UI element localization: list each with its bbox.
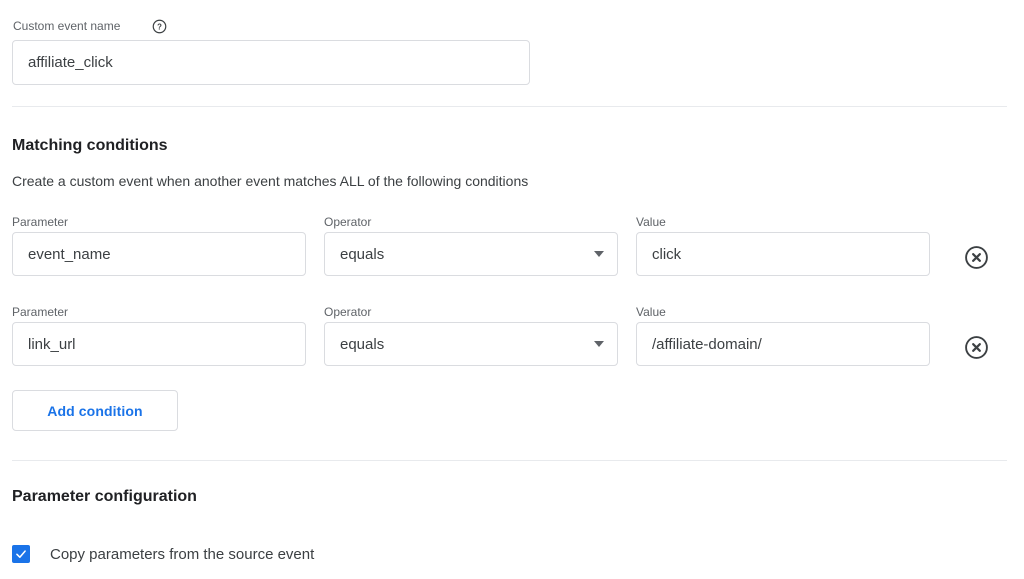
parameter-input[interactable]: event_name bbox=[12, 232, 306, 276]
custom-event-name-label: Custom event name bbox=[13, 18, 120, 34]
value-input[interactable]: click bbox=[636, 232, 930, 276]
operator-label: Operator bbox=[324, 304, 371, 320]
divider-bottom bbox=[12, 460, 1007, 461]
condition-row: Parameter event_name Operator equals Val… bbox=[0, 210, 1024, 280]
parameter-input[interactable]: link_url bbox=[12, 322, 306, 366]
add-condition-button[interactable]: Add condition bbox=[12, 390, 178, 431]
parameter-label: Parameter bbox=[12, 214, 68, 230]
operator-label: Operator bbox=[324, 214, 371, 230]
copy-parameters-checkbox[interactable] bbox=[12, 545, 30, 563]
remove-condition-button[interactable] bbox=[962, 246, 990, 274]
divider-top bbox=[12, 106, 1007, 107]
chevron-down-icon bbox=[594, 251, 604, 257]
chevron-down-icon bbox=[594, 341, 604, 347]
value-label: Value bbox=[636, 214, 666, 230]
remove-condition-button[interactable] bbox=[962, 336, 990, 364]
value-input[interactable]: /affiliate-domain/ bbox=[636, 322, 930, 366]
remove-circle-x-icon bbox=[964, 245, 989, 275]
copy-parameters-checkbox-row[interactable]: Copy parameters from the source event bbox=[12, 542, 314, 566]
custom-event-form: Custom event name ? affiliate_click Matc… bbox=[0, 0, 1024, 579]
value-label: Value bbox=[636, 304, 666, 320]
remove-circle-x-icon bbox=[964, 335, 989, 365]
matching-conditions-description: Create a custom event when another event… bbox=[12, 171, 528, 191]
condition-row: Parameter link_url Operator equals Value… bbox=[0, 300, 1024, 370]
svg-text:?: ? bbox=[157, 22, 162, 31]
parameter-configuration-title: Parameter configuration bbox=[12, 486, 197, 508]
matching-conditions-title: Matching conditions bbox=[12, 135, 168, 157]
help-circle-icon[interactable]: ? bbox=[151, 18, 167, 34]
operator-select[interactable]: equals bbox=[324, 232, 618, 276]
checkmark-icon bbox=[14, 547, 28, 561]
parameter-label: Parameter bbox=[12, 304, 68, 320]
copy-parameters-label: Copy parameters from the source event bbox=[50, 546, 314, 563]
operator-selected-value: equals bbox=[340, 246, 384, 263]
custom-event-name-input[interactable]: affiliate_click bbox=[12, 40, 530, 85]
operator-select[interactable]: equals bbox=[324, 322, 618, 366]
operator-selected-value: equals bbox=[340, 336, 384, 353]
